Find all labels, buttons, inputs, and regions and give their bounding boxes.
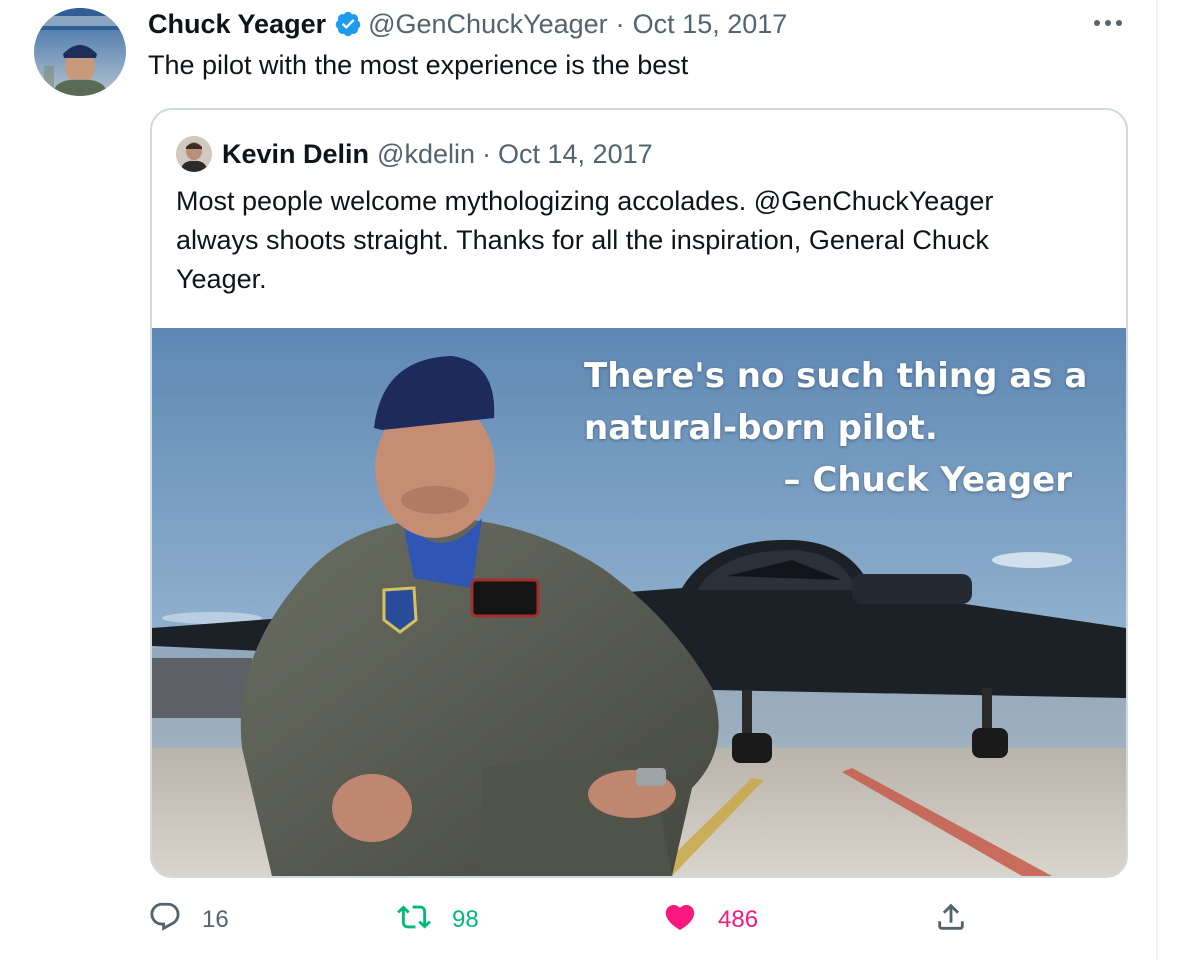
like-count: 486 <box>718 906 759 933</box>
image-quote-line-2: natural-born pilot. <box>584 408 938 448</box>
author-handle[interactable]: @GenChuckYeager <box>368 9 608 40</box>
reply-icon <box>148 900 182 941</box>
quoted-tweet-header: Kevin Delin @kdelin · Oct 14, 2017 <box>176 134 653 174</box>
author-avatar[interactable] <box>34 8 126 96</box>
retweet-icon <box>396 900 432 941</box>
image-quote-line-1: There's no such thing as a <box>584 356 1088 396</box>
verified-badge-icon <box>334 10 362 38</box>
image-quote-overlay: There's no such thing as a natural-born … <box>584 350 1088 506</box>
separator-dot: · <box>615 8 625 39</box>
share-button[interactable] <box>934 898 968 942</box>
quoted-tweet-image[interactable]: There's no such thing as a natural-born … <box>152 328 1126 876</box>
quoted-author-avatar <box>176 136 212 172</box>
reply-count: 16 <box>202 906 229 933</box>
quoted-tweet-date: Oct 14, 2017 <box>498 138 653 169</box>
profile-photo-icon <box>34 8 126 96</box>
image-quote-attribution: – Chuck Yeager <box>783 460 1072 500</box>
retweet-count: 98 <box>452 906 479 933</box>
share-icon <box>934 900 968 941</box>
tweet-date[interactable]: Oct 15, 2017 <box>633 9 788 40</box>
tweet-text: The pilot with the most experience is th… <box>148 50 689 80</box>
tweet-header: Chuck Yeager @GenChuckYeager · Oct 15, 2… <box>148 6 787 42</box>
heart-icon <box>662 900 698 941</box>
more-options-icon[interactable] <box>1088 10 1128 36</box>
reply-button[interactable]: 16 <box>148 898 229 942</box>
retweet-button[interactable]: 98 <box>396 898 479 942</box>
separator-dot: · <box>482 138 492 169</box>
quoted-author-handle: @kdelin <box>377 138 476 169</box>
author-name[interactable]: Chuck Yeager <box>148 9 326 40</box>
quoted-tweet-card[interactable]: Kevin Delin @kdelin · Oct 14, 2017 Most … <box>150 108 1128 878</box>
like-button[interactable]: 486 <box>662 898 758 942</box>
tweet-action-bar: 16 98 486 <box>148 898 978 942</box>
column-divider <box>1156 0 1158 960</box>
quoted-author-name: Kevin Delin <box>222 138 370 169</box>
quoted-tweet-text: Most people welcome mythologizing accola… <box>176 186 994 294</box>
profile-photo-icon <box>176 136 212 172</box>
